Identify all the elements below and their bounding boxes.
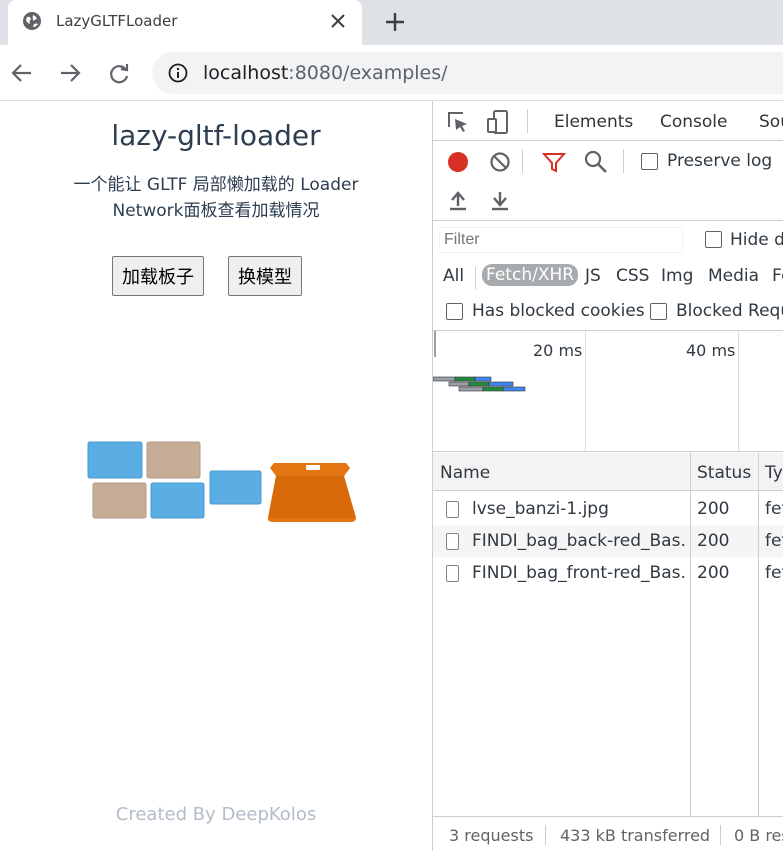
switch-model-button[interactable]: 换模型 xyxy=(228,256,302,296)
status-divider xyxy=(545,825,546,845)
url-host: localhost xyxy=(203,62,289,84)
timeline-label-40ms: 40 ms xyxy=(686,341,736,360)
tab-elements[interactable]: Elements xyxy=(554,112,633,132)
blocked-requests-label: Blocked Requ xyxy=(676,301,783,321)
request-table: Name Status Ty lvse_banzi-1.jpg 200 fet … xyxy=(433,453,783,816)
board-blue-1 xyxy=(87,441,143,479)
file-icon xyxy=(446,501,459,518)
blocked-requests-checkbox[interactable] xyxy=(650,303,667,320)
reload-icon[interactable] xyxy=(105,59,133,87)
new-tab-icon[interactable] xyxy=(380,7,410,37)
type-font[interactable]: Fo xyxy=(772,266,783,286)
devtools-panel: Elements Console Sou Preserve log xyxy=(432,101,783,851)
browser-toolbar: localhost:8080/examples/ xyxy=(0,45,783,101)
type-img[interactable]: Img xyxy=(661,266,693,286)
back-icon[interactable] xyxy=(8,59,36,87)
timeline-gridline xyxy=(585,331,586,451)
request-name: lvse_banzi-1.jpg xyxy=(472,499,609,519)
load-board-button[interactable]: 加载板子 xyxy=(112,256,204,296)
import-har-icon[interactable] xyxy=(445,187,471,213)
tab-console[interactable]: Console xyxy=(660,112,728,132)
toolbar-divider xyxy=(522,149,523,173)
type-all[interactable]: All xyxy=(443,266,464,286)
forward-icon[interactable] xyxy=(56,59,84,87)
globe-icon xyxy=(23,12,41,30)
page-viewport: lazy-gltf-loader 一个能让 GLTF 局部懒加载的 Loader… xyxy=(0,101,432,851)
preserve-log-checkbox[interactable] xyxy=(641,153,658,170)
export-har-icon[interactable] xyxy=(487,187,513,213)
device-toolbar-icon[interactable] xyxy=(485,109,511,135)
filter-icon[interactable] xyxy=(541,149,567,175)
request-type: fet xyxy=(765,531,783,551)
request-status: 200 xyxy=(697,499,730,519)
timeline-bars xyxy=(433,376,526,392)
request-count: 3 requests xyxy=(449,826,534,845)
column-type[interactable]: Ty xyxy=(758,453,783,491)
transferred-size: 433 kB transferred xyxy=(560,826,711,845)
request-type: fet xyxy=(765,499,783,519)
table-row[interactable]: FINDI_bag_back-red_Bas... 200 fet xyxy=(433,525,783,557)
page-description: 一个能让 GLTF 局部懒加载的 Loader Network面板查看加载情况 xyxy=(0,172,432,224)
browser-tab[interactable]: LazyGLTFLoader xyxy=(8,0,362,45)
address-bar[interactable]: localhost:8080/examples/ xyxy=(152,52,783,94)
has-blocked-cookies-label: Has blocked cookies xyxy=(472,301,645,321)
request-type: fet xyxy=(765,563,783,583)
request-name: FINDI_bag_back-red_Bas... xyxy=(472,531,686,551)
board-beige-1 xyxy=(146,441,201,479)
hide-data-urls-label: Hide d xyxy=(730,230,783,250)
request-status: 200 xyxy=(697,531,730,551)
toolbar-divider xyxy=(623,149,624,173)
board-beige-2 xyxy=(92,482,147,519)
timeline-marker xyxy=(434,331,436,357)
has-blocked-cookies-checkbox[interactable] xyxy=(446,303,463,320)
description-line-2: Network面板查看加载情况 xyxy=(112,201,320,221)
tab-sources[interactable]: Sou xyxy=(759,112,783,132)
column-divider[interactable] xyxy=(690,453,691,816)
inspect-element-icon[interactable] xyxy=(445,109,471,135)
close-icon[interactable] xyxy=(326,9,350,33)
url-text: localhost:8080/examples/ xyxy=(203,62,448,84)
type-media[interactable]: Media xyxy=(708,266,759,286)
column-name[interactable]: Name xyxy=(433,453,690,491)
search-icon[interactable] xyxy=(583,149,609,175)
record-icon[interactable] xyxy=(445,149,471,175)
tab-strip: LazyGLTFLoader xyxy=(0,0,783,45)
footer-credit: Created By DeepKolos xyxy=(115,804,317,825)
type-css[interactable]: CSS xyxy=(616,266,649,286)
timeline-label-20ms: 20 ms xyxy=(533,341,583,360)
column-status[interactable]: Status xyxy=(690,453,758,491)
request-name: FINDI_bag_front-red_Bas... xyxy=(472,563,686,583)
description-line-1: 一个能让 GLTF 局部懒加载的 Loader xyxy=(73,175,359,195)
board-blue-3 xyxy=(209,470,262,505)
type-fetch-xhr[interactable]: Fetch/XHR xyxy=(482,264,579,286)
network-toolbar: Preserve log xyxy=(433,141,783,221)
timeline-gridline xyxy=(738,331,739,451)
preserve-log-label: Preserve log xyxy=(667,151,773,171)
type-js[interactable]: JS xyxy=(585,266,601,286)
board-blue-2 xyxy=(150,482,205,519)
column-divider[interactable] xyxy=(758,453,759,816)
network-overview[interactable]: 20 ms 40 ms xyxy=(433,330,783,452)
resources-size: 0 B res xyxy=(734,826,783,845)
table-row[interactable]: FINDI_bag_front-red_Bas... 200 fet xyxy=(433,557,783,589)
status-divider xyxy=(720,825,721,845)
3d-model-canvas[interactable] xyxy=(80,436,370,536)
hide-data-urls-checkbox[interactable] xyxy=(705,231,722,248)
request-status: 200 xyxy=(697,563,730,583)
info-icon[interactable] xyxy=(168,63,188,83)
tab-title: LazyGLTFLoader xyxy=(56,12,178,30)
filter-input[interactable] xyxy=(439,227,683,253)
page-title: lazy-gltf-loader xyxy=(111,119,321,152)
toolbar-divider xyxy=(527,109,528,133)
table-row[interactable]: lvse_banzi-1.jpg 200 fet xyxy=(433,493,783,525)
url-path: :8080/examples/ xyxy=(288,62,448,84)
clear-icon[interactable] xyxy=(487,149,513,175)
orange-bag-model xyxy=(267,463,356,522)
type-divider xyxy=(475,267,476,289)
network-status-bar: 3 requests 433 kB transferred 0 B res xyxy=(433,816,783,851)
file-icon xyxy=(446,565,459,582)
file-icon xyxy=(446,533,459,550)
devtools-tab-bar: Elements Console Sou xyxy=(433,101,783,141)
